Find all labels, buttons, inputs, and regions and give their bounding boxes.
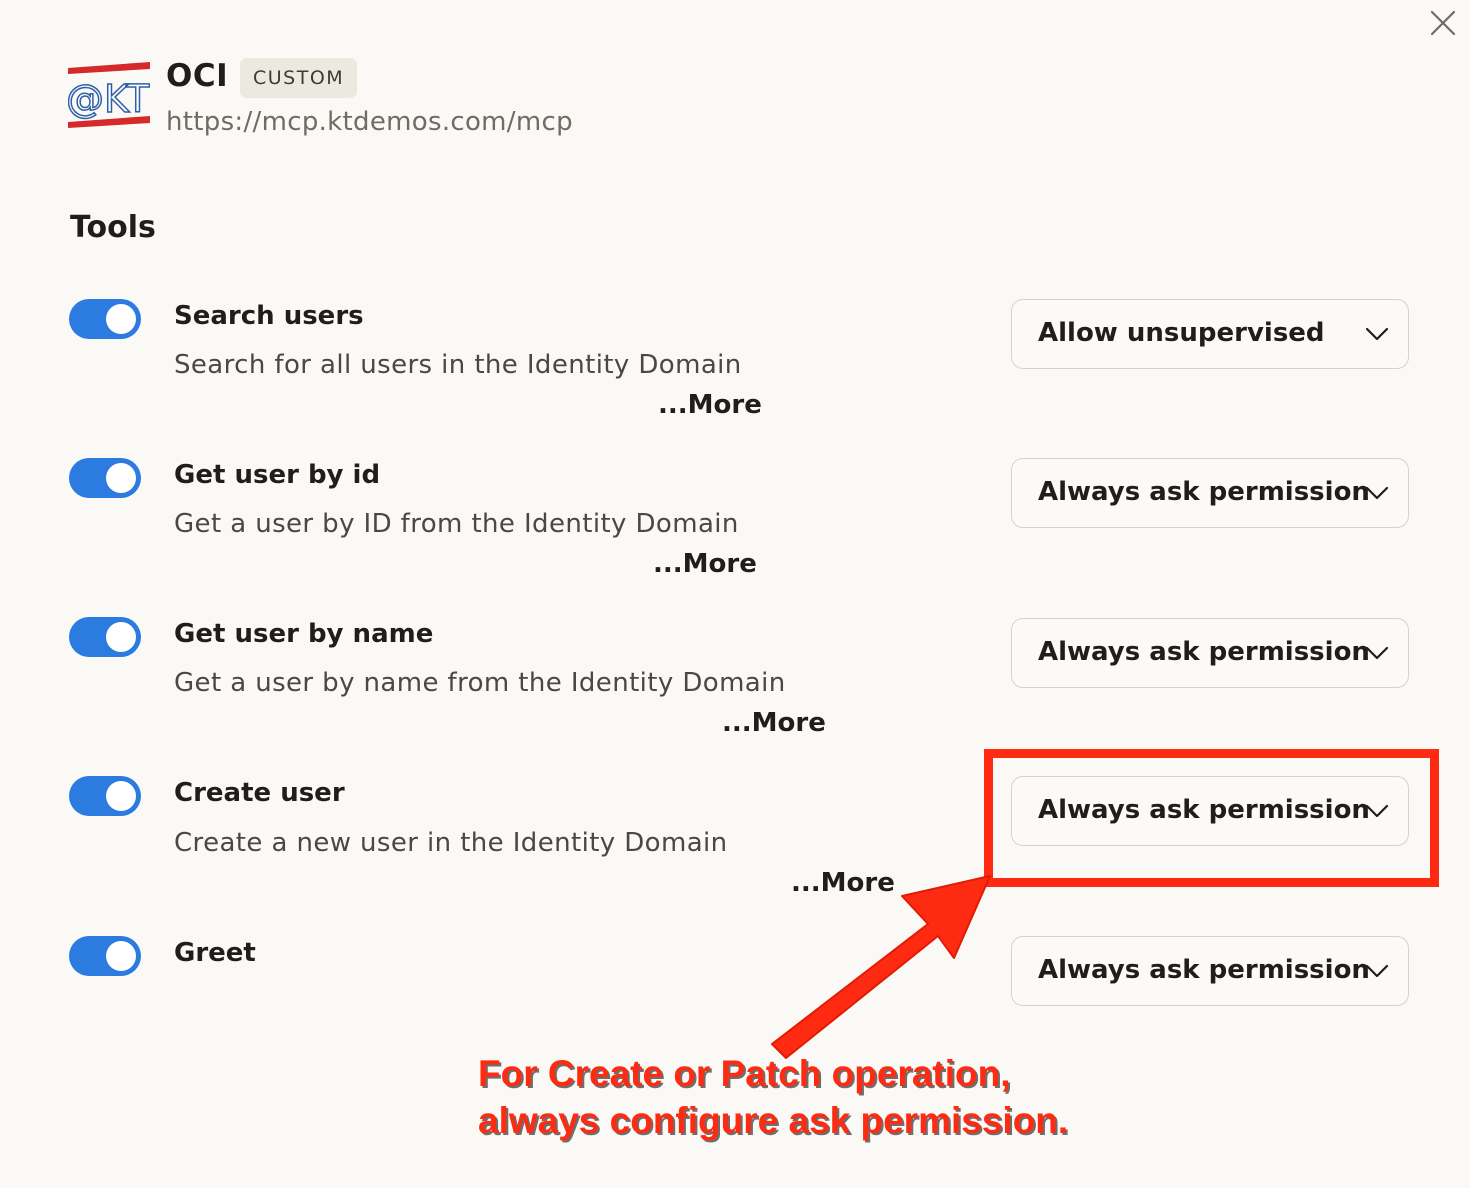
annotation-line-2: always configure ask permission. [478, 1100, 1069, 1141]
annotation-highlight-box [984, 749, 1439, 887]
tool-name: Create user [174, 778, 345, 808]
close-button[interactable] [1426, 6, 1460, 40]
toggle-knob [106, 304, 136, 334]
annotation-line-1: For Create or Patch operation, [478, 1053, 1011, 1094]
tools-heading: Tools [70, 210, 156, 245]
tool-row-get-user-by-id: Get user by id Get a user by ID from the… [0, 458, 1470, 608]
toggle-knob [106, 622, 136, 652]
toggle-knob [106, 781, 136, 811]
chevron-down-icon [1365, 646, 1389, 660]
toggle-knob [106, 463, 136, 493]
chevron-down-icon [1365, 964, 1389, 978]
permission-value: Always ask permission [1038, 477, 1370, 507]
close-icon [1430, 10, 1456, 36]
permission-select[interactable]: Always ask permission [1011, 936, 1409, 1006]
toggle-knob [106, 941, 136, 971]
tool-toggle[interactable] [69, 936, 141, 976]
tool-description: Search for all users in the Identity Dom… [174, 350, 742, 380]
server-url: https://mcp.ktdemos.com/mcp [166, 107, 573, 137]
tool-description: Get a user by name from the Identity Dom… [174, 668, 786, 698]
tool-toggle[interactable] [69, 299, 141, 339]
tool-row-search-users: Search users Search for all users in the… [0, 299, 1470, 449]
tool-name: Get user by id [174, 460, 381, 490]
tool-name: Get user by name [174, 619, 434, 649]
tool-toggle[interactable] [69, 776, 141, 816]
chevron-down-icon [1365, 327, 1389, 341]
chevron-down-icon [1365, 486, 1389, 500]
more-link[interactable]: ...More [653, 549, 757, 579]
tool-name: Greet [174, 938, 256, 968]
tool-row-get-user-by-name: Get user by name Get a user by name from… [0, 617, 1470, 767]
tool-name: Search users [174, 301, 364, 331]
permission-select[interactable]: Allow unsupervised [1011, 299, 1409, 369]
server-title: OCI [166, 58, 229, 94]
logo-text: @KT [68, 77, 150, 121]
tool-description: Get a user by ID from the Identity Domai… [174, 509, 739, 539]
permission-value: Always ask permission [1038, 637, 1370, 667]
permission-select[interactable]: Always ask permission [1011, 458, 1409, 528]
annotation-note: For Create or Patch operation, always co… [478, 1050, 1068, 1144]
custom-badge: CUSTOM [240, 58, 358, 98]
tool-toggle[interactable] [69, 617, 141, 657]
tool-row-greet: Greet Always ask permission [0, 936, 1470, 1016]
server-logo: @KT [65, 60, 151, 132]
more-link[interactable]: ...More [722, 708, 826, 738]
more-link[interactable]: ...More [658, 390, 762, 420]
permission-value: Allow unsupervised [1038, 318, 1325, 348]
tool-toggle[interactable] [69, 458, 141, 498]
more-link[interactable]: ...More [791, 868, 895, 898]
permission-value: Always ask permission [1038, 955, 1370, 985]
tool-description: Create a new user in the Identity Domain [174, 828, 728, 858]
permission-select[interactable]: Always ask permission [1011, 618, 1409, 688]
